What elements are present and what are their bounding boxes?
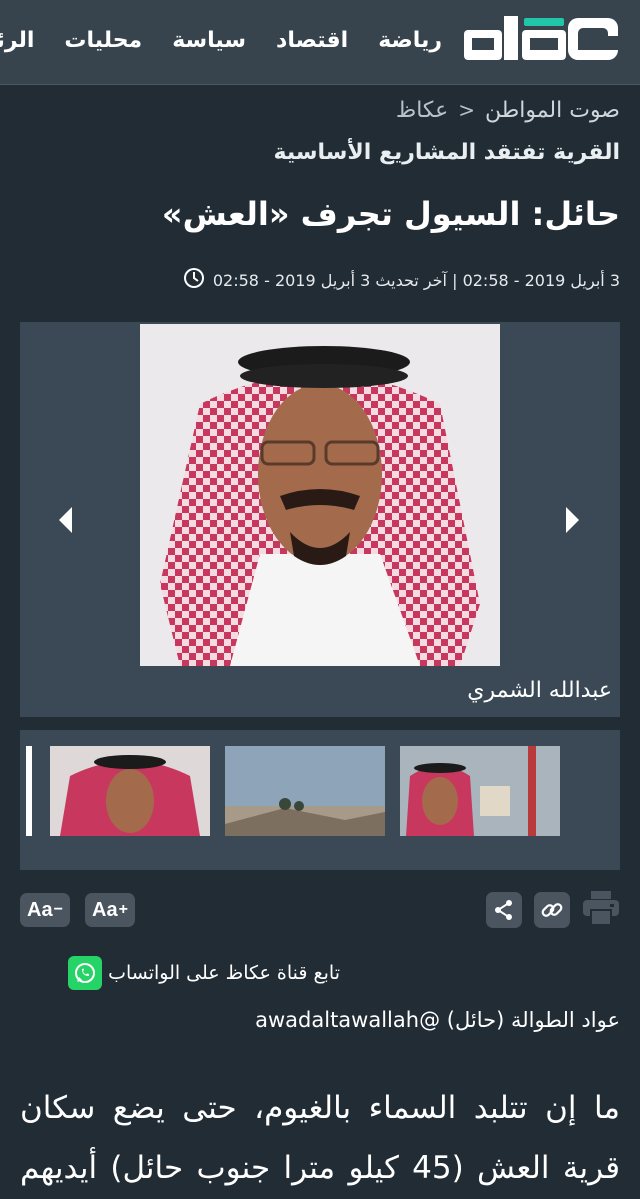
clock-icon [183, 267, 205, 293]
link-icon [541, 903, 563, 917]
whatsapp-follow-label: تابع قناة عكاظ على الواتساب [108, 962, 340, 984]
nav-item-sports[interactable]: رياضة [378, 24, 442, 60]
article-author: عواد الطوالة (حائل) @awadaltawallah [255, 1008, 620, 1032]
site-header: الرئيسية محليات سياسة اقتصاد رياضة [0, 0, 640, 85]
font-decrease-label: Aa [27, 898, 53, 921]
breadcrumb-home[interactable]: عكاظ [396, 98, 448, 123]
nav-item-local[interactable]: محليات [64, 24, 142, 60]
gallery-next-button[interactable] [558, 500, 588, 540]
thumbnail-3[interactable] [400, 746, 560, 836]
print-button[interactable] [581, 888, 621, 928]
gallery-main-photo [140, 324, 500, 666]
thumbnail-1[interactable] [50, 746, 210, 836]
font-increase-button[interactable]: Aa + [85, 893, 135, 927]
gallery-caption: عبدالله الشمري [467, 678, 612, 703]
breadcrumb-separator: < [458, 98, 475, 122]
author-name: عواد الطوالة (حائل) [446, 1008, 620, 1032]
nav-item-home[interactable]: الرئيسية [0, 24, 34, 60]
breadcrumb-current[interactable]: صوت المواطن [485, 98, 620, 123]
thumbnail-2[interactable] [225, 746, 385, 836]
nav-item-economy[interactable]: اقتصاد [276, 24, 348, 60]
chevron-right-icon [566, 507, 579, 533]
whatsapp-follow-link[interactable]: تابع قناة عكاظ على الواتساب [68, 955, 340, 991]
body-line-1: ما إن تتلبد السماء بالغيوم، حتى يضع سكان [20, 1090, 620, 1126]
article-meta: 3 أبريل 2019 - 02:58 | آخر تحديث 3 أبريل… [183, 265, 620, 295]
breadcrumb: عكاظ < صوت المواطن [396, 94, 620, 126]
main-nav: الرئيسية محليات سياسة اقتصاد رياضة [0, 24, 442, 60]
print-icon [583, 891, 619, 926]
article-subtitle: القرية تفتقد المشاريع الأساسية [273, 140, 620, 165]
gallery-thumbnails [20, 730, 620, 870]
nav-item-politics[interactable]: سياسة [172, 24, 246, 60]
copy-link-button[interactable] [534, 892, 570, 928]
okaz-logo-mark [464, 16, 618, 60]
body-line-2: قرية العش (45 كيلو مترا جنوب حائل) أيديه… [20, 1150, 621, 1186]
gallery-prev-button[interactable] [50, 500, 80, 540]
author-handle-link[interactable]: @awadaltawallah [255, 1008, 440, 1032]
thumbnail-edge[interactable] [26, 746, 32, 836]
image-gallery: عبدالله الشمري [20, 322, 620, 717]
share-icon [495, 900, 512, 920]
font-decrease-button[interactable]: Aa − [20, 893, 70, 927]
share-button[interactable] [486, 892, 522, 928]
article-title: حائل: السيول تجرف «العش» [161, 195, 620, 233]
article-date: 3 أبريل 2019 - 02:58 | آخر تحديث 3 أبريل… [212, 270, 620, 290]
article-body: ما إن تتلبد السماء بالغيوم، حتى يضع سكان… [20, 1078, 620, 1198]
font-increase-label: Aa [92, 898, 118, 921]
whatsapp-icon [68, 956, 103, 990]
chevron-left-icon [59, 507, 72, 533]
okaz-logo[interactable] [460, 14, 622, 64]
